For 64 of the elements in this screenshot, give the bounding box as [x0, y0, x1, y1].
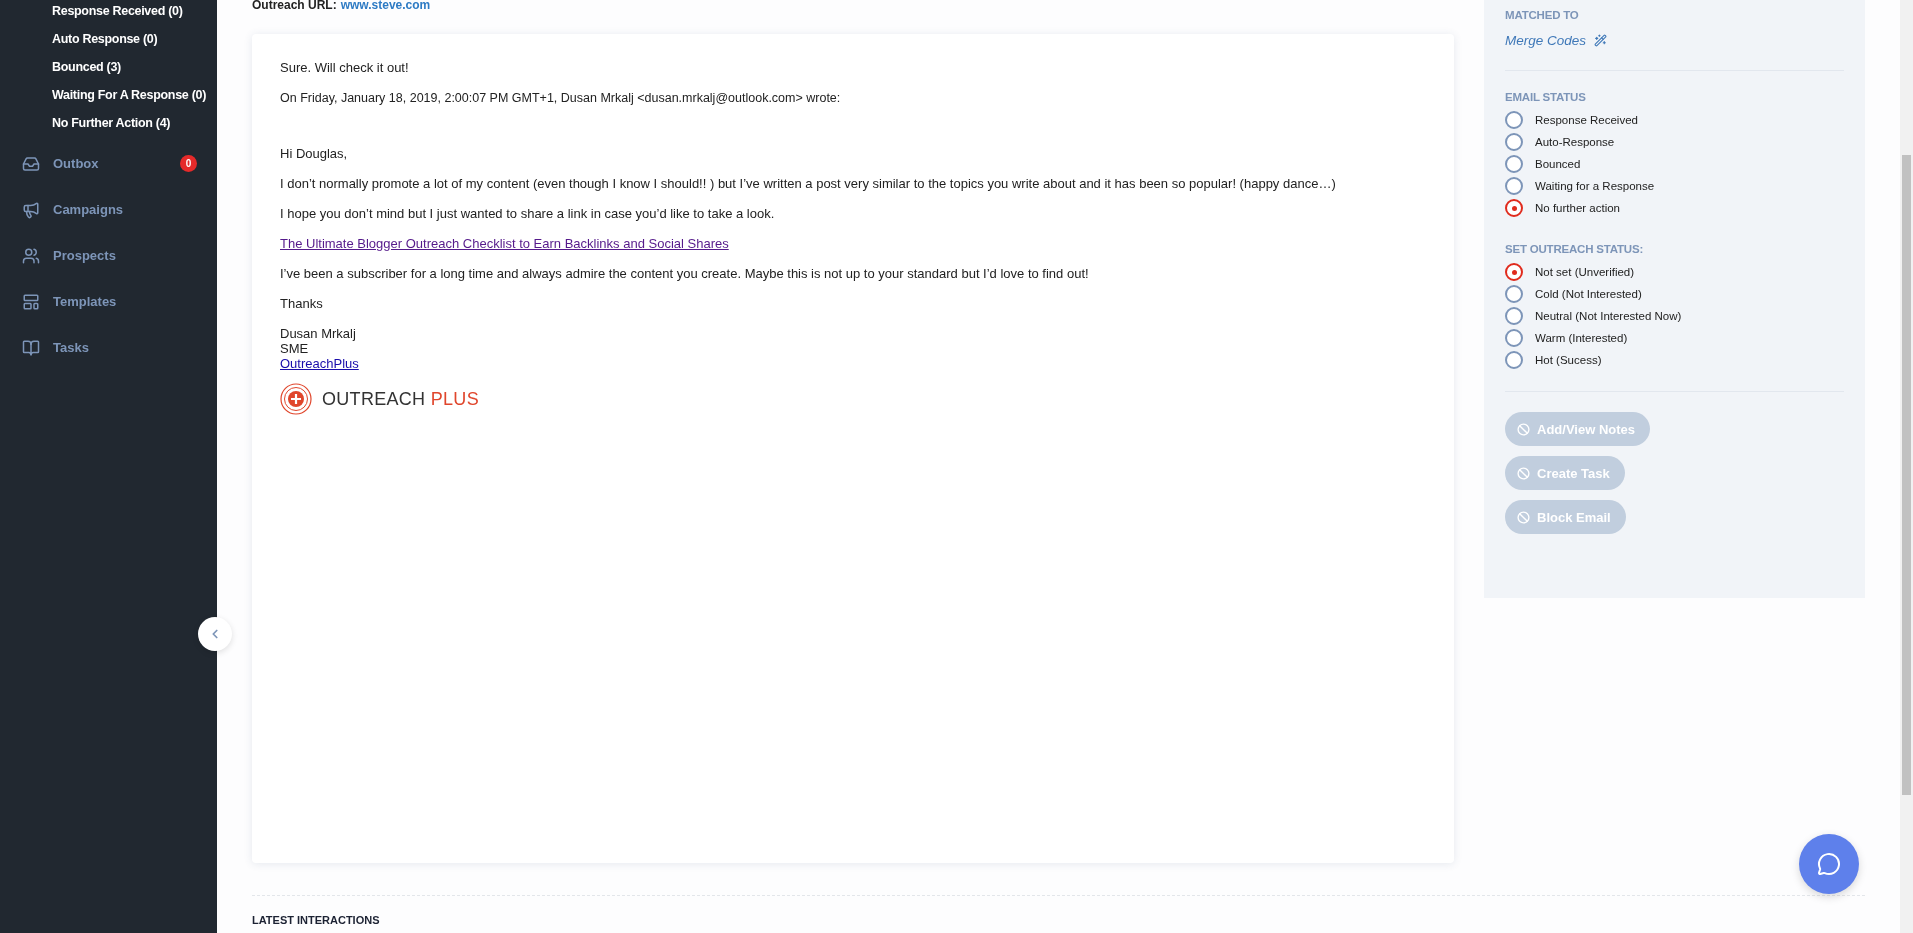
radio-button[interactable] — [1505, 285, 1523, 303]
inbox-icon — [22, 154, 40, 173]
disabled-icon — [1517, 510, 1530, 524]
sidebar-subitem[interactable]: No Further Action (4) — [52, 114, 217, 132]
sidebar-nav-item[interactable]: Campaigns — [22, 200, 124, 219]
radio-option[interactable]: Response Received — [1505, 111, 1844, 129]
radio-option[interactable]: Not set (Unverified) — [1505, 263, 1844, 281]
logo-text: OUTREACH PLUS — [322, 388, 479, 410]
radio-button[interactable] — [1505, 155, 1523, 173]
wand-icon — [1594, 34, 1608, 47]
collapse-button[interactable] — [198, 617, 232, 651]
email-text: I’ve been a subscriber for a long time and always admire the content you create. Maybe this is not up to your standard but I’d love to find out! — [280, 266, 1090, 282]
logo-icon — [280, 383, 312, 415]
radio-option[interactable]: Bounced — [1505, 155, 1844, 173]
radio-button[interactable] — [1505, 263, 1523, 281]
chat-button[interactable] — [1799, 834, 1859, 894]
megaphone-icon — [22, 200, 40, 219]
url-link[interactable]: www.steve.com — [340, 0, 431, 12]
section-heading: SET OUTREACH STATUS: — [1505, 243, 1645, 255]
radio-option[interactable]: Warm (Interested) — [1505, 329, 1844, 347]
radio-option[interactable]: No further action — [1505, 199, 1844, 217]
radio-button[interactable] — [1505, 351, 1523, 369]
url-label: Outreach URL: — [252, 0, 337, 12]
sidebar-nav-item[interactable]: Templates — [22, 292, 117, 311]
sidebar-nav-item[interactable]: Tasks — [22, 338, 89, 357]
layout-icon — [22, 292, 40, 311]
count-badge: 0 — [180, 155, 197, 172]
scrollbar[interactable] — [1900, 0, 1913, 933]
radio-option[interactable]: Waiting for a Response — [1505, 177, 1844, 195]
email-text: Sure. Will check it out! — [280, 60, 410, 76]
sidebar-nav-item[interactable]: Prospects — [22, 246, 116, 265]
radio-button[interactable] — [1505, 307, 1523, 325]
sidebar-subitem[interactable]: Auto Response (0) — [52, 30, 217, 48]
book-icon — [22, 338, 40, 357]
signature-text: Dusan Mrkalj — [280, 326, 357, 341]
radio-option[interactable]: Cold (Not Interested) — [1505, 285, 1844, 303]
radio-button[interactable] — [1505, 177, 1523, 195]
email-text: I hope you don’t mind but I just wanted to share a link in case you’d like to take a look. — [280, 206, 776, 222]
radio-option[interactable]: Neutral (Not Interested Now) — [1505, 307, 1844, 325]
radio-button[interactable] — [1505, 111, 1523, 129]
disabled-icon — [1517, 466, 1530, 480]
signature-text: SME — [280, 341, 310, 356]
email-text: I don’t normally promote a lot of my content (even though I know I should!! ) but I’ve written a post very similar to the topics you write about and it has been so popular! (happy dance…) — [280, 176, 1337, 192]
disabled-icon — [1517, 422, 1530, 436]
section-heading: MATCHED TO — [1505, 9, 1580, 21]
radio-option[interactable]: Hot (Sucess) — [1505, 351, 1844, 369]
quote-header: On Friday, January 18, 2019, 2:00:07 PM GMT+1, Dusan Mrkalj <dusan.mrkalj@outlook.com> wrote: — [280, 90, 842, 106]
radio-option[interactable]: Auto-Response — [1505, 133, 1844, 151]
sidebar-subitem[interactable]: Waiting For A Response (0) — [52, 86, 217, 104]
radio-button[interactable] — [1505, 199, 1523, 217]
radio-button[interactable] — [1505, 329, 1523, 347]
sidebar-subitem[interactable]: Bounced (3) — [52, 58, 217, 76]
email-text: Thanks — [280, 296, 324, 312]
signature-link[interactable]: OutreachPlus — [280, 356, 359, 371]
people-icon — [22, 246, 40, 265]
sidebar-subitem[interactable]: Response Received (0) — [52, 2, 217, 20]
article-link[interactable]: The Ultimate Blogger Outreach Checklist to Earn Backlinks and Social Shares — [280, 236, 729, 252]
merge-codes-link[interactable]: Merge Codes — [1505, 33, 1608, 48]
radio-button[interactable] — [1505, 133, 1523, 151]
sidebar-nav-item[interactable]: Outbox — [22, 154, 99, 173]
chat-bubble-icon — [1817, 852, 1841, 876]
section-heading: EMAIL STATUS — [1505, 91, 1587, 103]
email-text: Hi Douglas, — [280, 146, 349, 162]
section-heading: LATEST INTERACTIONS — [252, 914, 381, 926]
